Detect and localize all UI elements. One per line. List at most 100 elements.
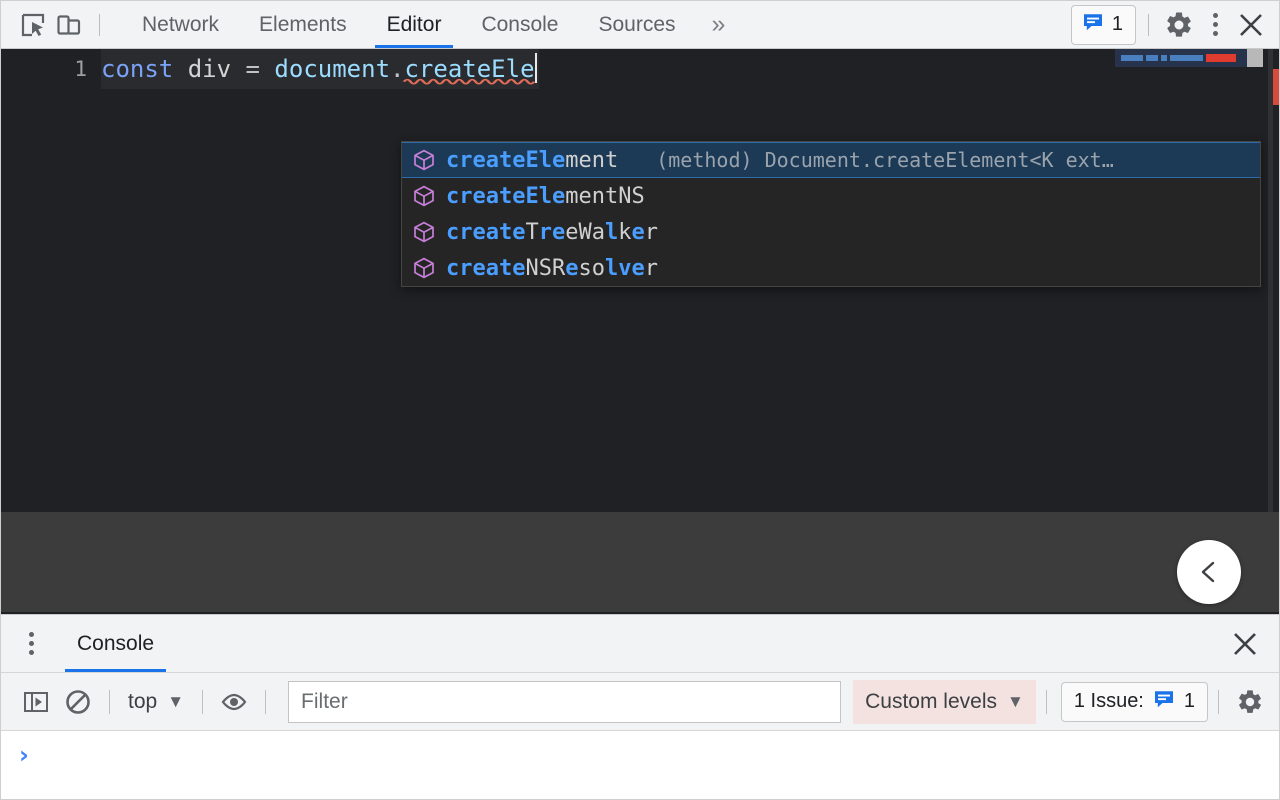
editor-overview-ruler[interactable] — [1273, 49, 1279, 512]
rest-segment: r — [645, 220, 658, 245]
devtools-main-toolbar: Network Elements Editor Console Sources … — [1, 1, 1279, 49]
execution-context-value: top — [128, 690, 157, 714]
drawer-tab-console-label: Console — [77, 632, 154, 656]
console-sidebar-icon[interactable] — [15, 681, 57, 723]
console-prompt-chevron-icon: › — [19, 743, 29, 767]
log-levels-value: Custom levels — [865, 690, 997, 714]
tab-sources[interactable]: Sources — [579, 1, 696, 48]
autocomplete-item[interactable]: createNSResolver — [402, 250, 1260, 286]
console-toolbar: top ▼ Custom levels ▼ 1 Issue: — [1, 673, 1279, 731]
editor-area: 1 const div = document.createEle createE… — [1, 49, 1279, 614]
gear-icon[interactable] — [1161, 7, 1197, 43]
console-prompt-row[interactable]: › — [1, 731, 1279, 771]
console-toolbar-divider — [109, 690, 110, 714]
chevron-down-icon: ▼ — [167, 693, 184, 710]
device-toolbar-icon[interactable] — [51, 7, 87, 43]
code-line-content[interactable]: const div = document.createEle — [101, 49, 539, 89]
code-token-dot: . — [390, 55, 404, 83]
method-cube-icon — [412, 148, 436, 172]
issues-counter-value: 1 — [1112, 13, 1123, 36]
match-segment: create — [446, 256, 525, 281]
rest-segment: ment — [565, 148, 618, 173]
clear-console-icon[interactable] — [57, 681, 99, 723]
toolbar-divider-right — [1148, 14, 1149, 36]
console-toolbar-divider — [1218, 690, 1219, 714]
console-issues-count: 1 — [1184, 690, 1195, 713]
match-segment: e — [565, 256, 578, 281]
tab-elements-label: Elements — [259, 13, 347, 37]
method-cube-icon — [412, 220, 436, 244]
code-token-space — [260, 55, 274, 83]
close-icon[interactable] — [1233, 7, 1269, 43]
console-filter-input[interactable] — [288, 681, 841, 723]
drawer-tab-console[interactable]: Console — [59, 615, 172, 672]
console-toolbar-divider — [1046, 690, 1047, 714]
error-squiggle-icon — [404, 77, 534, 84]
console-issues-label: 1 Issue: — [1074, 690, 1144, 713]
rest-segment: mentNS — [565, 184, 644, 209]
autocomplete-item[interactable]: createElementNS — [402, 178, 1260, 214]
tab-console-label: Console — [481, 13, 558, 37]
code-token-space — [231, 55, 245, 83]
issues-counter-button[interactable]: 1 — [1071, 5, 1136, 45]
rest-segment: k — [618, 220, 631, 245]
autocomplete-item-label: createElement — [446, 148, 618, 173]
autocomplete-item-detail: (method) Document.createElement<K ext… — [656, 148, 1252, 172]
code-token-space — [173, 55, 187, 83]
chevron-left-icon[interactable] — [1177, 540, 1241, 604]
panel-tab-list: Network Elements Editor Console Sources … — [122, 1, 741, 48]
inspect-element-icon[interactable] — [15, 7, 51, 43]
more-tabs-chevron-icon[interactable]: » — [696, 1, 742, 48]
issues-message-icon — [1153, 688, 1175, 716]
tab-console[interactable]: Console — [461, 1, 578, 48]
match-segment: re — [539, 220, 566, 245]
toolbar-right-actions: 1 — [1071, 5, 1269, 45]
tab-editor[interactable]: Editor — [367, 1, 462, 48]
drawer-header: Console — [1, 615, 1279, 673]
kebab-menu-icon[interactable] — [1197, 7, 1233, 43]
method-cube-icon — [412, 256, 436, 280]
drawer-kebab-menu-icon[interactable] — [13, 626, 49, 662]
editor-footer-strip — [1, 512, 1279, 612]
tab-sources-label: Sources — [599, 13, 676, 37]
autocomplete-popup[interactable]: createElement (method) Document.createEl… — [401, 141, 1261, 287]
match-segment: e — [631, 220, 644, 245]
tab-network-label: Network — [142, 13, 219, 37]
tab-elements[interactable]: Elements — [239, 1, 367, 48]
match-segment: createEle — [446, 148, 565, 173]
rest-segment: eWa — [565, 220, 605, 245]
autocomplete-item[interactable]: createTreeWalker — [402, 214, 1260, 250]
match-segment: ve — [618, 256, 645, 281]
console-toolbar-divider — [265, 690, 266, 714]
execution-context-selector[interactable]: top ▼ — [120, 686, 192, 718]
log-levels-selector[interactable]: Custom levels ▼ — [853, 680, 1036, 724]
tab-network[interactable]: Network — [122, 1, 239, 48]
rest-segment: so — [578, 256, 605, 281]
autocomplete-item-label: createTreeWalker — [446, 220, 658, 245]
rest-segment: NSR — [525, 256, 565, 281]
devtools-window: Network Elements Editor Console Sources … — [0, 0, 1280, 800]
tab-editor-label: Editor — [387, 13, 442, 37]
console-issues-button[interactable]: 1 Issue: 1 — [1061, 682, 1208, 722]
console-toolbar-divider — [202, 690, 203, 714]
live-expression-icon[interactable] — [213, 681, 255, 723]
autocomplete-item[interactable]: createElement (method) Document.createEl… — [402, 142, 1260, 178]
console-message-list[interactable]: › — [1, 731, 1279, 799]
code-token-variable: div — [188, 55, 231, 83]
code-token-property-error: createEle — [404, 55, 534, 83]
method-cube-icon — [412, 184, 436, 208]
autocomplete-item-label: createElementNS — [446, 184, 645, 209]
code-line-row: 1 const div = document.createEle — [1, 49, 1279, 89]
rest-segment: r — [645, 256, 658, 281]
match-segment: create — [446, 220, 525, 245]
toolbar-divider — [99, 14, 100, 36]
match-segment: createEle — [446, 184, 565, 209]
console-drawer: Console — [1, 614, 1279, 799]
console-settings-gear-icon[interactable] — [1229, 681, 1271, 723]
code-token-keyword: const — [101, 55, 173, 83]
drawer-close-icon[interactable] — [1225, 624, 1265, 664]
code-editor-pane[interactable]: 1 const div = document.createEle createE… — [1, 49, 1279, 512]
chevron-down-icon: ▼ — [1007, 693, 1024, 710]
line-number-gutter: 1 — [1, 49, 101, 89]
issues-message-icon — [1082, 11, 1104, 39]
